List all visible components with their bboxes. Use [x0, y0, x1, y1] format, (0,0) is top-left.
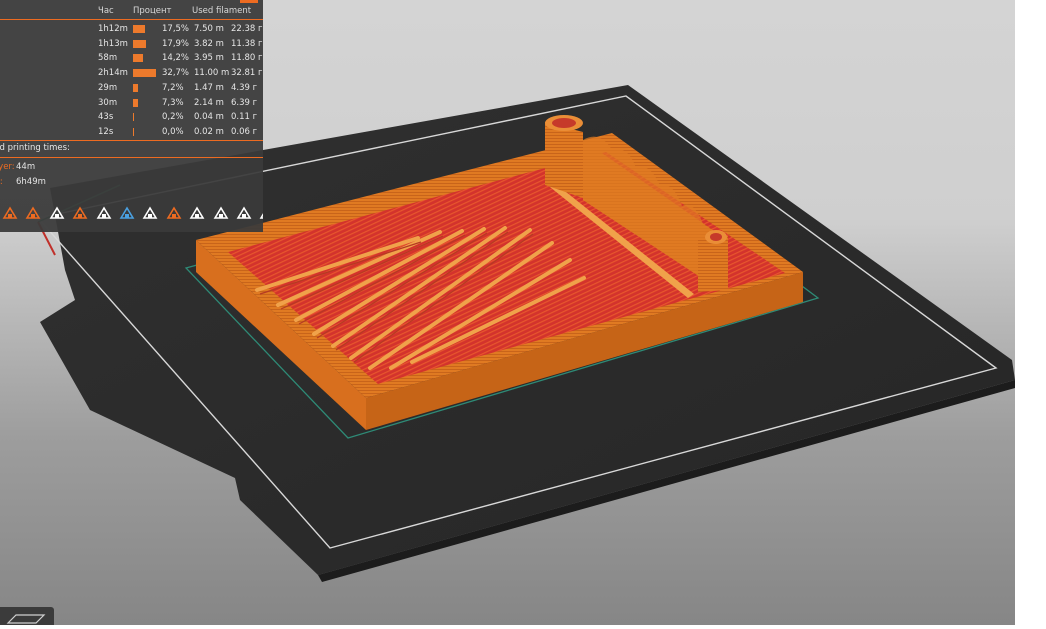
first-layer-time: First layer: 44m: [0, 162, 35, 172]
header-used-filament: Used filament: [192, 6, 252, 16]
height-icon[interactable]: [25, 205, 41, 221]
rows-separator: [0, 140, 263, 141]
legend-row[interactable]: External perimeter1h12m17,5%7.50 m22.38 …: [0, 22, 263, 36]
feature-weight: 0.06 г: [231, 126, 258, 137]
view-toolbar: [0, 201, 263, 227]
header-percent: Процент: [133, 6, 172, 16]
color-print-icon[interactable]: [119, 205, 135, 221]
legend-row[interactable]: Skirt/Brim43s0,2%0.04 m0.11 г: [0, 110, 263, 124]
feature-length: 2.14 m: [194, 97, 224, 108]
feature-percent: 32,7%: [162, 68, 190, 79]
feature-weight: 32.81 г: [231, 68, 263, 79]
feature-weight: 22.38 г: [231, 24, 263, 34]
total-label: Total:: [0, 177, 3, 187]
total-time: Total: 6h49m: [0, 177, 46, 187]
feature-weight: 11.38 г: [231, 38, 263, 49]
collapse-sidebar-button[interactable]: [0, 607, 54, 625]
feature-length: 3.82 m: [194, 38, 224, 49]
legend-row[interactable]: Користувацький12s0,0%0.02 m0.06 г: [0, 125, 263, 139]
feature-time: 2h14m: [98, 68, 128, 79]
feature-length: 0.04 m: [194, 112, 224, 123]
feature-length: 7.50 m: [194, 24, 224, 34]
tool-icon[interactable]: [142, 205, 158, 221]
feature-percent: 17,5%: [162, 24, 190, 34]
printing-times-title: Estimated printing times:: [0, 143, 70, 153]
printing-times-separator: [0, 157, 263, 158]
feature-weight: 6.39 г: [231, 97, 258, 108]
feature-length: 3.95 m: [194, 53, 224, 64]
layer-time-icon[interactable]: [96, 205, 112, 221]
feature-length: 1.47 m: [194, 82, 224, 93]
travel-icon[interactable]: [166, 205, 182, 221]
legend-row[interactable]: Суцільне наповнення2h14m32,7%11.00 m32.8…: [0, 66, 263, 80]
feature-percent: 7,3%: [162, 97, 184, 108]
shells-icon[interactable]: [189, 205, 205, 221]
feature-weight: 0.11 г: [231, 112, 258, 123]
feature-length: 11.00 m: [194, 68, 230, 79]
feature-percent-bar: [133, 39, 146, 48]
feature-percent: 0,2%: [162, 112, 184, 123]
feature-time: 12s: [98, 126, 114, 137]
feature-percent-bar: [133, 127, 134, 136]
sidebar-icon: [6, 614, 46, 624]
legend-row[interactable]: Верхнє суцільне наповнення29m7,2%1.47 m4…: [0, 81, 263, 95]
feature-percent-bar: [133, 69, 156, 78]
feature-types-icon[interactable]: [2, 205, 18, 221]
panel-accent: [240, 0, 258, 3]
feature-percent-bar: [133, 25, 146, 33]
legend-icon[interactable]: [236, 205, 252, 221]
feature-length: 0.02 m: [194, 126, 224, 137]
feature-percent-bar: [133, 98, 139, 107]
legend-row[interactable]: Bridge infill30m7,3%2.14 m6.39 г: [0, 96, 263, 110]
feature-time: 58m: [98, 53, 118, 64]
export-icon[interactable]: [259, 205, 263, 221]
legend-row[interactable]: Internal infill58m14,2%3.95 m11.80 г: [0, 51, 263, 65]
sequential-slider-icon[interactable]: [213, 205, 229, 221]
feature-percent: 17,9%: [162, 38, 190, 49]
feature-percent: 7,2%: [162, 82, 184, 93]
feature-percent: 0,0%: [162, 126, 184, 137]
volumetric-rate-icon[interactable]: [72, 205, 88, 221]
feature-percent: 14,2%: [162, 53, 190, 64]
feature-time: 29m: [98, 82, 118, 93]
feature-weight: 4.39 г: [231, 82, 258, 93]
feature-time: 1h12m: [98, 24, 128, 34]
feature-percent-bar: [133, 54, 143, 63]
total-value: 6h49m: [16, 177, 46, 187]
header-separator: [0, 19, 263, 20]
feature-percent-bar: [133, 113, 134, 122]
first-layer-label: First layer:: [0, 162, 15, 172]
first-layer-value: 44m: [16, 162, 36, 172]
feature-time: 30m: [98, 97, 118, 108]
feature-weight: 11.80 г: [231, 53, 263, 64]
width-icon[interactable]: [49, 205, 65, 221]
legend-row[interactable]: Internal perimeter1h13m17,9%3.82 m11.38 …: [0, 37, 263, 51]
feature-percent-bar: [133, 83, 139, 92]
feature-time: 1h13m: [98, 38, 128, 49]
feature-time: 43s: [98, 112, 114, 123]
legend-panel: Час Процент Used filament External perim…: [0, 0, 263, 232]
header-time: Час: [98, 6, 114, 16]
